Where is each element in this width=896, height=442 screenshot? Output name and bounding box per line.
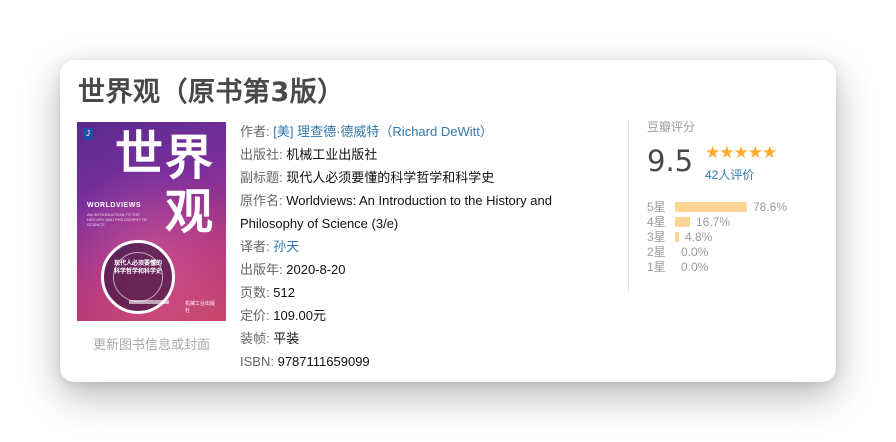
rating-distribution: 5星 78.6% 4星 16.7% 3星 4.8% 2星 0.0% 1星 0.0…	[647, 200, 817, 275]
rating-percent: 0.0%	[681, 260, 709, 274]
cover-title-char: 世	[115, 126, 164, 182]
rating-label: 豆瓣评分	[647, 120, 696, 134]
info-pages: 页数: 512	[240, 281, 610, 304]
cover-ring-text-line: 科学哲学和科学史	[113, 269, 162, 275]
cover-ring-text: 现代人必须要懂的 科学哲学和科学史	[93, 260, 183, 276]
cover-ring-text-line: 现代人必须要懂的	[113, 261, 162, 267]
info-label: 出版年:	[240, 262, 283, 277]
update-book-info-link[interactable]: 更新图书信息或封面	[77, 334, 226, 353]
cover-publisher-mark: 机械工业出版社	[185, 301, 216, 314]
rating-percent: 16.7%	[696, 215, 731, 229]
info-author: 作者: [美] 理查德·德威特（Richard DeWitt）	[240, 120, 610, 143]
subtitle-value: 现代人必须要懂的科学哲学和科学史	[286, 170, 495, 185]
binding-value: 平装	[273, 331, 300, 346]
publisher-value: 机械工业出版社	[286, 147, 378, 162]
star-rating-icon: ★★★★★	[705, 143, 777, 162]
rating-bar	[675, 202, 747, 212]
publisher-badge-icon: J	[83, 128, 93, 140]
rating-star-label: 3星	[647, 230, 666, 244]
cover-author-strip	[129, 300, 169, 304]
book-title: 世界观（原书第3版）	[78, 77, 345, 108]
rating-row: 5星 78.6%	[647, 200, 817, 215]
price-value: 109.00元	[273, 308, 327, 323]
cover-english-title: WORLDVIEWS	[87, 202, 141, 209]
book-cover[interactable]: J 世 界 观 WORLDVIEWS AN INTRODUCTION TO TH…	[77, 122, 226, 321]
pages-value: 512	[273, 285, 295, 300]
info-translator: 译者: 孙天	[240, 235, 610, 258]
rating-row: 4星 16.7%	[647, 215, 817, 230]
rating-row: 2星 0.0%	[647, 245, 817, 260]
info-label: 出版社:	[240, 147, 283, 162]
rating-star-label: 1星	[647, 260, 666, 274]
rating-score: 9.5	[647, 144, 694, 178]
cover-english-subtitle: AN INTRODUCTION TO THE HISTORY AND PHILO…	[87, 212, 148, 227]
info-subtitle: 副标题: 现代人必须要懂的科学哲学和科学史	[240, 166, 610, 189]
rating-star-label: 4星	[647, 215, 666, 229]
douban-rating: 豆瓣评分 9.5 ★★★★★ 42人评价 5星 78.6% 4星 16.7% 3…	[647, 118, 822, 274]
info-label: 译者:	[240, 239, 270, 254]
author-link[interactable]: [美] 理查德·德威特（Richard DeWitt）	[273, 124, 493, 139]
rating-percent: 78.6%	[753, 200, 788, 214]
rating-star-label: 5星	[647, 200, 666, 214]
rating-percent: 0.0%	[681, 245, 709, 259]
cover-title-char: 观	[165, 184, 214, 240]
book-info: 作者: [美] 理查德·德威特（Richard DeWitt） 出版社: 机械工…	[240, 120, 610, 373]
info-publisher: 出版社: 机械工业出版社	[240, 143, 610, 166]
info-original-title: 原作名: Worldviews: An Introduction to the …	[240, 189, 610, 235]
rating-row: 1星 0.0%	[647, 260, 817, 275]
book-card: 世界观（原书第3版） J 世 界 观 WORLDVIEWS AN INTRODU…	[60, 60, 836, 382]
info-isbn: ISBN: 9787111659099	[240, 350, 610, 373]
rating-bar	[675, 232, 679, 242]
original-title-value: Worldviews: An Introduction to the Histo…	[240, 193, 552, 231]
info-label: 页数:	[240, 285, 270, 300]
info-label: 原作名:	[240, 193, 283, 208]
info-label: 装帧:	[240, 331, 270, 346]
rating-percent: 4.8%	[685, 230, 713, 244]
pubdate-value: 2020-8-20	[286, 262, 346, 277]
rating-count-link[interactable]: 42人评价	[705, 166, 754, 183]
rating-row: 3星 4.8%	[647, 230, 817, 245]
section-divider	[628, 120, 629, 292]
info-label: ISBN:	[240, 354, 274, 369]
info-label: 作者:	[240, 124, 270, 139]
info-binding: 装帧: 平装	[240, 327, 610, 350]
rating-bar	[675, 217, 690, 227]
info-label: 定价:	[240, 308, 270, 323]
cover-title-char: 界	[165, 130, 214, 186]
info-price: 定价: 109.00元	[240, 304, 610, 327]
translator-link[interactable]: 孙天	[273, 239, 299, 254]
isbn-value: 9787111659099	[277, 354, 370, 369]
info-pubdate: 出版年: 2020-8-20	[240, 258, 610, 281]
info-label: 副标题:	[240, 170, 283, 185]
rating-star-label: 2星	[647, 245, 666, 259]
